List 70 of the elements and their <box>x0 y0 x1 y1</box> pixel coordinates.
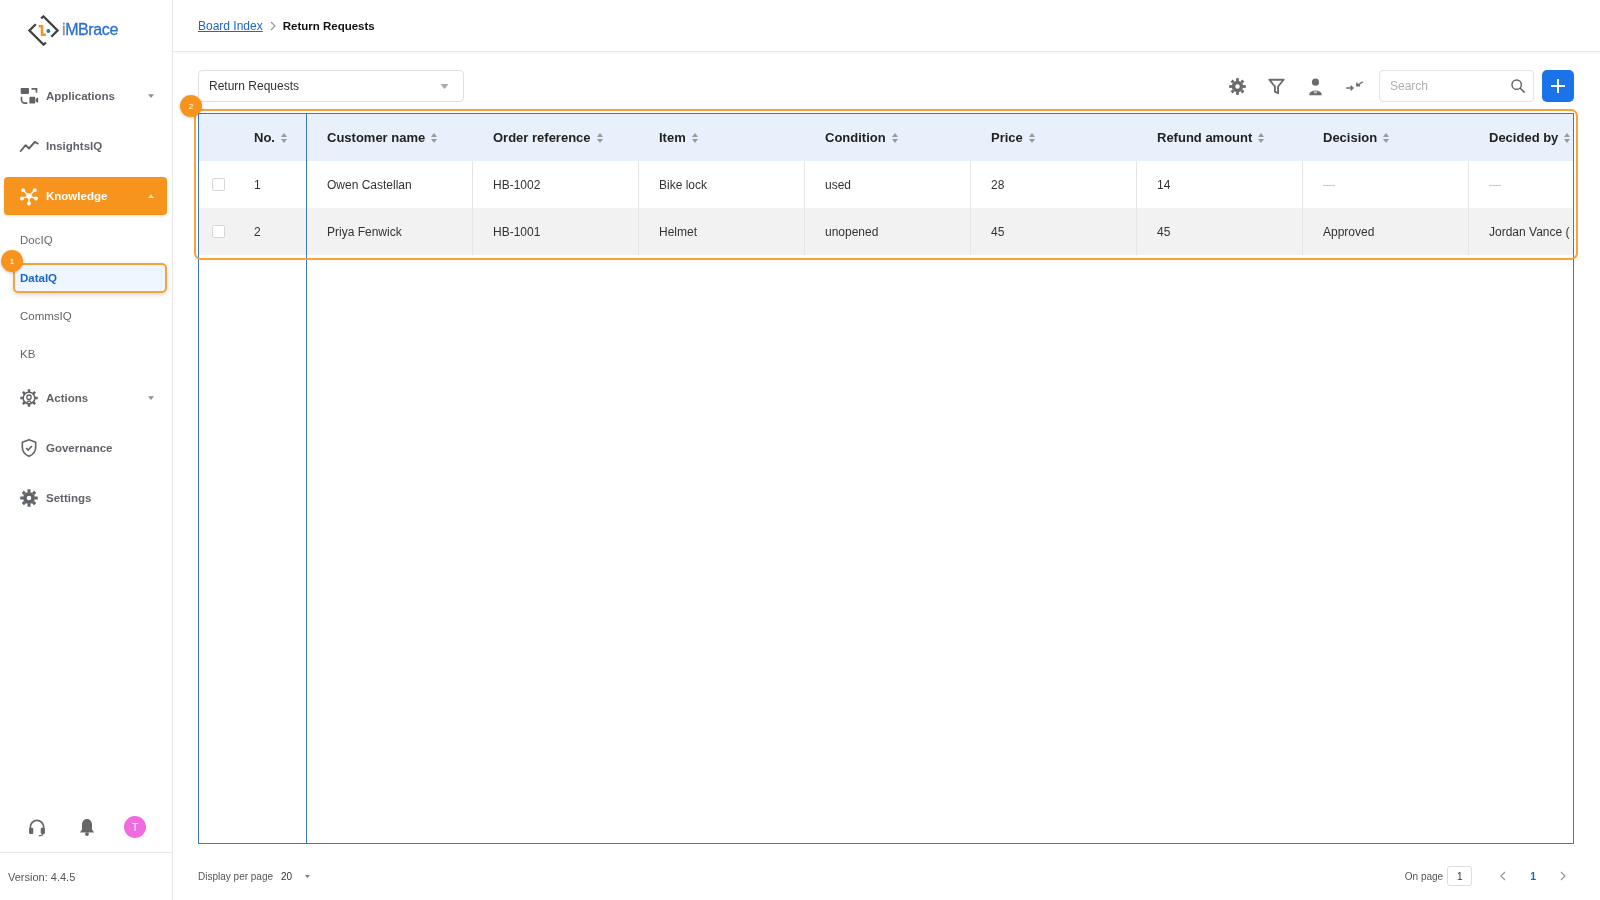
step-badge: 1 <box>1 250 23 272</box>
plus-icon <box>1550 78 1566 94</box>
sort-icon[interactable] <box>1028 132 1035 143</box>
column-header[interactable]: Decided by <box>1489 130 1559 145</box>
table-cell: Approved <box>1303 208 1469 255</box>
row-number: 2 <box>254 224 261 239</box>
checkbox[interactable] <box>212 225 225 238</box>
nav-item[interactable]: Governance <box>4 429 167 467</box>
step-badge: 2 <box>180 95 202 117</box>
checkbox[interactable] <box>212 178 225 191</box>
sort-icon[interactable] <box>596 132 603 143</box>
filter-icon[interactable] <box>1267 76 1286 96</box>
settings-icon[interactable] <box>1228 76 1247 96</box>
nav-subitem[interactable]: CommsIQ <box>13 301 167 331</box>
per-page-label: Display per page <box>198 870 274 882</box>
add-button[interactable] <box>1542 70 1574 102</box>
chevron-right-icon[interactable] <box>1560 871 1566 881</box>
nav-item[interactable]: Actions <box>4 379 167 417</box>
column-header[interactable]: Customer name <box>327 130 426 145</box>
nav-item[interactable]: Settings <box>4 479 167 517</box>
nav-item[interactable]: Applications <box>4 77 167 115</box>
per-page-select[interactable]: 20 <box>281 870 311 882</box>
table-cell: 45 <box>971 208 1137 255</box>
chevron-right-icon <box>269 20 276 31</box>
cog-outline-icon <box>19 388 39 408</box>
table-cell-text: — <box>1488 176 1502 194</box>
nav-item[interactable]: InsightsIQ <box>4 127 167 165</box>
column-header[interactable]: Refund amount <box>1157 130 1253 145</box>
table-cell: Helmet <box>639 208 805 255</box>
table-cell: Priya Fenwick <box>307 208 473 255</box>
network-icon <box>19 186 39 206</box>
on-page-label: On page <box>1404 870 1444 882</box>
column-header[interactable]: Decision <box>1323 130 1378 145</box>
column-header[interactable]: Condition <box>825 130 886 145</box>
logo-text: iMBrace <box>62 21 118 39</box>
sort-icon[interactable] <box>1258 132 1265 143</box>
table-cell: unopened <box>805 208 971 255</box>
table-cell: 45 <box>1137 208 1303 255</box>
column-header[interactable]: Price <box>991 130 1023 145</box>
table-cell-text: Jordan Vance ( <box>1488 223 1571 241</box>
page-input[interactable]: 1 <box>1447 866 1473 886</box>
sort-icon[interactable] <box>1383 132 1390 143</box>
shield-check-icon <box>19 438 39 458</box>
caret-icon <box>305 874 311 878</box>
column-header[interactable]: Item <box>659 130 686 145</box>
sort-icon[interactable] <box>691 132 698 143</box>
row-number: 1 <box>254 177 261 192</box>
breadcrumb-link[interactable]: Board Index <box>198 18 263 33</box>
caret-icon <box>440 83 449 89</box>
breadcrumb-current: Return Requests <box>282 19 375 32</box>
settings-icon <box>19 488 39 508</box>
nav-subitem[interactable]: DataIQ <box>13 263 167 293</box>
user-icon[interactable] <box>1306 76 1325 96</box>
sort-icon[interactable] <box>280 132 287 143</box>
sort-icon[interactable] <box>431 132 438 143</box>
chat-video-icon <box>19 86 39 106</box>
headset-icon[interactable] <box>27 817 47 837</box>
logo-icon <box>28 14 59 46</box>
chevron-left-icon[interactable] <box>1500 871 1507 881</box>
table-cell: HB-1001 <box>473 208 639 255</box>
nav-subitem[interactable]: KB <box>13 339 167 369</box>
sort-icon[interactable] <box>891 132 898 143</box>
version-text: Version: 4.4.5 <box>0 852 172 900</box>
search-icon[interactable] <box>1510 78 1526 94</box>
search-field[interactable]: Search <box>1379 70 1534 102</box>
page-link[interactable]: 1 <box>1530 870 1536 882</box>
board-select[interactable]: Return Requests <box>198 70 464 102</box>
sort-icon[interactable] <box>1564 132 1571 143</box>
column-header[interactable]: Order reference <box>493 130 591 145</box>
column-header[interactable]: No. <box>254 130 275 145</box>
